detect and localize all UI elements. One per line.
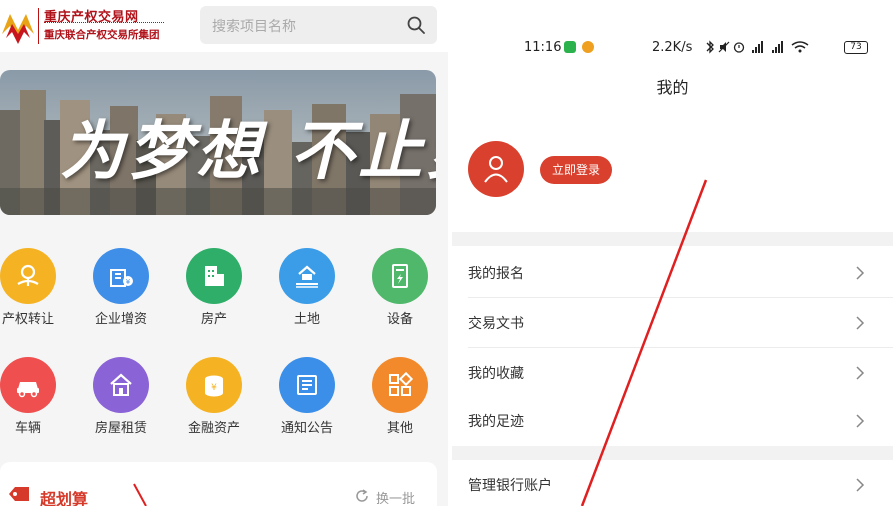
- svg-text:¥: ¥: [211, 383, 217, 393]
- menu-item-my-history[interactable]: 我的足迹: [452, 396, 893, 446]
- property-transfer-icon: [0, 248, 56, 304]
- menu-item-my-favorites[interactable]: 我的收藏: [452, 348, 893, 398]
- chevron-right-icon: [856, 366, 865, 380]
- right-app-screen: 11:16 2.2K/s 73 我的 立即登录 我的报名 交易文书 我的收藏 我…: [452, 0, 893, 506]
- signal-icon-2: [772, 41, 783, 53]
- logo-divider: [38, 8, 39, 44]
- promo-banner[interactable]: 为梦想 不止步: [0, 70, 436, 215]
- page-title-text: 我的: [656, 78, 689, 97]
- tag-icon: [9, 487, 29, 501]
- bluetooth-icon: [706, 40, 714, 54]
- section-divider: [452, 446, 893, 460]
- menu-item-manage-bank-accounts[interactable]: 管理银行账户: [452, 460, 893, 506]
- section-divider: [452, 232, 893, 246]
- banner-slogan: 为梦想 不止步: [60, 114, 436, 189]
- logo-icon: [2, 14, 34, 44]
- house-rental-icon: [93, 357, 149, 413]
- category-financial-asset[interactable]: ¥ 金融资产: [179, 357, 249, 436]
- svg-text:¥: ¥: [126, 278, 131, 286]
- menu-item-label: 我的收藏: [468, 366, 524, 382]
- avatar[interactable]: [468, 141, 524, 197]
- menu-item-label: 我的报名: [468, 266, 524, 282]
- wifi-icon: [791, 41, 809, 53]
- category-notice[interactable]: 通知公告: [272, 357, 342, 436]
- alarm-icon: [733, 42, 745, 53]
- category-label: 通知公告: [280, 421, 333, 436]
- search-input[interactable]: 搜索项目名称: [200, 6, 437, 44]
- category-house-rental[interactable]: 房屋租赁: [86, 357, 156, 436]
- land-icon: [279, 248, 335, 304]
- chevron-right-icon: [856, 478, 865, 492]
- financial-asset-icon: ¥: [186, 357, 242, 413]
- category-label: 设备: [386, 312, 413, 327]
- menu-item-label: 交易文书: [468, 316, 524, 332]
- app-header: 重庆产权交易网 重庆联合产权交易所集团 搜索项目名称: [0, 0, 448, 52]
- category-label: 房产: [200, 312, 227, 327]
- app-notification-icon: [582, 41, 594, 53]
- user-icon: [484, 156, 508, 183]
- logo-subtitle: 重庆联合产权交易所集团: [44, 29, 160, 41]
- chevron-right-icon: [856, 316, 865, 330]
- category-label: 其他: [386, 421, 413, 436]
- chevron-right-icon: [856, 266, 865, 280]
- building-icon: [186, 248, 242, 304]
- category-label: 车辆: [14, 421, 41, 436]
- category-land[interactable]: 土地: [272, 248, 342, 327]
- page-title: 我的: [452, 74, 893, 98]
- signal-icon: [752, 41, 763, 53]
- category-label: 企业增资: [94, 312, 147, 327]
- capital-increase-icon: ¥: [93, 248, 149, 304]
- category-equipment[interactable]: 设备: [365, 248, 435, 327]
- status-icons: [706, 40, 809, 54]
- menu-item-label: 我的足迹: [468, 414, 524, 430]
- category-capital-increase[interactable]: ¥ 企业增资: [86, 248, 156, 327]
- chevron-right-icon: [856, 414, 865, 428]
- refresh-icon[interactable]: [354, 488, 370, 504]
- left-app-screen: 重庆产权交易网 重庆联合产权交易所集团 搜索项目名称 为梦想 不止 产权转让 ¥…: [0, 0, 448, 506]
- menu-item-label: 管理银行账户: [468, 478, 552, 494]
- menu-item-my-registrations[interactable]: 我的报名: [452, 248, 893, 298]
- category-property-transfer[interactable]: 产权转让: [0, 248, 63, 327]
- category-label: 土地: [293, 312, 320, 327]
- logo-decoration: [44, 22, 164, 24]
- equipment-icon: [372, 248, 428, 304]
- search-placeholder: 搜索项目名称: [212, 19, 296, 35]
- category-vehicle[interactable]: 车辆: [0, 357, 63, 436]
- category-other[interactable]: 其他: [365, 357, 435, 436]
- car-icon: [0, 357, 56, 413]
- login-button[interactable]: 立即登录: [540, 156, 612, 184]
- category-label: 金融资产: [187, 421, 240, 436]
- mute-icon: [718, 41, 730, 53]
- category-label: 房屋租赁: [94, 421, 147, 436]
- status-time: 11:16: [524, 40, 562, 55]
- notice-icon: [279, 357, 335, 413]
- other-icon: [372, 357, 428, 413]
- deals-section: 超划算 换一批: [0, 462, 437, 506]
- deals-title: 超划算: [40, 490, 89, 506]
- category-label: 产权转让: [1, 312, 54, 327]
- category-real-estate[interactable]: 房产: [179, 248, 249, 327]
- search-icon[interactable]: [407, 16, 425, 34]
- wechat-icon: [564, 41, 576, 53]
- network-speed: 2.2K/s: [652, 40, 693, 55]
- refresh-button[interactable]: 换一批: [376, 488, 415, 506]
- battery-indicator: 73: [844, 41, 868, 54]
- menu-item-transaction-documents[interactable]: 交易文书: [452, 298, 893, 348]
